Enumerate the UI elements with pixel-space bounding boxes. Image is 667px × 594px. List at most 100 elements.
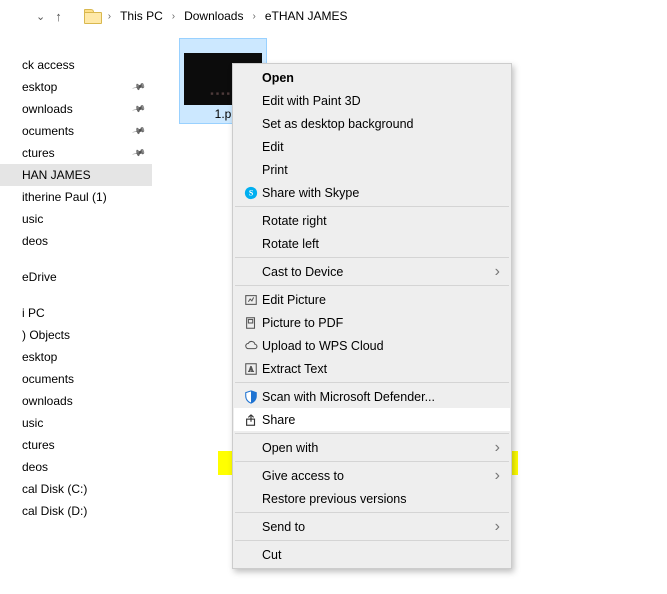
chevron-right-icon: › bbox=[108, 11, 111, 22]
menu-item[interactable]: Share bbox=[234, 408, 510, 431]
cloud-icon bbox=[240, 339, 262, 353]
nav-item[interactable]: ck access bbox=[0, 54, 152, 76]
nav-item[interactable]: ownloads 📌 bbox=[0, 98, 152, 120]
nav-item[interactable]: HAN JAMES bbox=[0, 164, 152, 186]
menu-item-label: Print bbox=[262, 163, 500, 177]
navigation-pane: ck accessesktop📌ownloads📌ocuments📌ctures… bbox=[0, 30, 152, 594]
menu-separator bbox=[235, 257, 509, 258]
menu-item[interactable]: Edit with Paint 3D bbox=[234, 89, 510, 112]
nav-item-label: ocuments bbox=[22, 372, 74, 386]
menu-item-label: Scan with Microsoft Defender... bbox=[262, 390, 500, 404]
nav-item-label: ownloads bbox=[22, 102, 73, 116]
menu-item[interactable]: Send to› bbox=[234, 515, 510, 538]
history-chevron-icon[interactable]: ⌄ bbox=[34, 10, 47, 23]
menu-item-label: Edit bbox=[262, 140, 500, 154]
nav-item[interactable]: deos bbox=[0, 456, 152, 478]
crumb-downloads[interactable]: Downloads bbox=[181, 7, 246, 25]
nav-item[interactable]: itherine Paul (1) bbox=[0, 186, 152, 208]
pin-icon: 📌 bbox=[131, 123, 146, 138]
nav-item-label: ) Objects bbox=[22, 328, 70, 342]
menu-item-label: Share bbox=[262, 413, 500, 427]
nav-item[interactable]: ) Objects bbox=[0, 324, 152, 346]
menu-item[interactable]: AExtract Text bbox=[234, 357, 510, 380]
menu-item-label: Set as desktop background bbox=[262, 117, 500, 131]
menu-item[interactable]: Cast to Device› bbox=[234, 260, 510, 283]
pin-icon: 📌 bbox=[131, 79, 146, 94]
menu-item[interactable]: Open bbox=[234, 66, 510, 89]
menu-item-label: Cast to Device bbox=[262, 265, 495, 279]
menu-item[interactable]: S Share with Skype bbox=[234, 181, 510, 204]
nav-item[interactable]: cal Disk (C:) bbox=[0, 478, 152, 500]
svg-text:S: S bbox=[249, 188, 254, 197]
nav-item[interactable]: ocuments bbox=[0, 368, 152, 390]
nav-item[interactable]: i PC bbox=[0, 302, 152, 324]
skype-icon: S bbox=[240, 186, 262, 200]
context-menu: OpenEdit with Paint 3D Set as desktop bac… bbox=[232, 63, 512, 569]
nav-item[interactable]: eDrive bbox=[0, 266, 152, 288]
menu-item[interactable]: Restore previous versions bbox=[234, 487, 510, 510]
pin-icon: 📌 bbox=[131, 101, 146, 116]
menu-item-label: Extract Text bbox=[262, 362, 500, 376]
extract-text-icon: A bbox=[240, 362, 262, 376]
share-icon bbox=[240, 413, 262, 427]
menu-separator bbox=[235, 433, 509, 434]
nav-item-label: HAN JAMES bbox=[22, 168, 91, 182]
menu-item[interactable]: Rotate left bbox=[234, 232, 510, 255]
menu-item[interactable]: Edit Picture bbox=[234, 288, 510, 311]
edit-picture-icon bbox=[240, 293, 262, 307]
nav-item-label: esktop bbox=[22, 350, 57, 364]
nav-item[interactable]: ctures📌 bbox=[0, 142, 152, 164]
nav-item-label: ctures bbox=[22, 438, 55, 452]
chevron-right-icon: › bbox=[495, 263, 500, 281]
nav-item-label: cal Disk (D:) bbox=[22, 504, 87, 518]
nav-item-label: deos bbox=[22, 234, 48, 248]
nav-item[interactable]: ctures bbox=[0, 434, 152, 456]
menu-item-label: Send to bbox=[262, 520, 495, 534]
menu-separator bbox=[235, 512, 509, 513]
nav-item-label: ocuments bbox=[22, 124, 74, 138]
menu-item-label: Share with Skype bbox=[262, 186, 500, 200]
chevron-right-icon: › bbox=[252, 11, 255, 22]
nav-item[interactable]: deos bbox=[0, 230, 152, 252]
nav-item-label: cal Disk (C:) bbox=[22, 482, 87, 496]
menu-item-label: Restore previous versions bbox=[262, 492, 500, 506]
menu-item[interactable]: Set as desktop background bbox=[234, 112, 510, 135]
nav-item-label: ck access bbox=[22, 58, 75, 72]
nav-item-label: usic bbox=[22, 212, 43, 226]
folder-icon bbox=[84, 9, 102, 23]
picture-pdf-icon bbox=[240, 316, 262, 330]
menu-item[interactable]: Cut bbox=[234, 543, 510, 566]
breadcrumb: ⌄ ↑ › This PC › Downloads › eTHAN JAMES bbox=[0, 0, 667, 30]
menu-item-label: Edit Picture bbox=[262, 293, 500, 307]
menu-item[interactable]: Give access to› bbox=[234, 464, 510, 487]
menu-item[interactable]: Open with› bbox=[234, 436, 510, 459]
nav-item[interactable]: ownloads bbox=[0, 390, 152, 412]
nav-item[interactable]: esktop📌 bbox=[0, 76, 152, 98]
menu-item[interactable]: Print bbox=[234, 158, 510, 181]
menu-item[interactable]: Picture to PDF bbox=[234, 311, 510, 334]
nav-item[interactable]: esktop bbox=[0, 346, 152, 368]
file-name: 1.p bbox=[215, 107, 232, 121]
menu-item[interactable]: Edit bbox=[234, 135, 510, 158]
up-arrow-icon[interactable]: ↑ bbox=[53, 9, 64, 24]
menu-item[interactable]: Upload to WPS Cloud bbox=[234, 334, 510, 357]
menu-separator bbox=[235, 540, 509, 541]
menu-item-label: Give access to bbox=[262, 469, 495, 483]
crumb-this-pc[interactable]: This PC bbox=[117, 7, 166, 25]
nav-item[interactable]: usic bbox=[0, 208, 152, 230]
nav-item[interactable]: cal Disk (D:) bbox=[0, 500, 152, 522]
menu-item-label: Rotate left bbox=[262, 237, 500, 251]
crumb-current-folder[interactable]: eTHAN JAMES bbox=[262, 7, 351, 25]
nav-item-label: ownloads bbox=[22, 394, 73, 408]
menu-item-label: Upload to WPS Cloud bbox=[262, 339, 500, 353]
chevron-right-icon: › bbox=[495, 518, 500, 536]
menu-item-label: Picture to PDF bbox=[262, 316, 500, 330]
menu-item[interactable]: Rotate right bbox=[234, 209, 510, 232]
chevron-right-icon: › bbox=[172, 11, 175, 22]
defender-icon bbox=[240, 390, 262, 404]
menu-item[interactable]: Scan with Microsoft Defender... bbox=[234, 385, 510, 408]
nav-item-label: deos bbox=[22, 460, 48, 474]
nav-item[interactable]: usic bbox=[0, 412, 152, 434]
menu-item-label: Rotate right bbox=[262, 214, 500, 228]
nav-item[interactable]: ocuments 📌 bbox=[0, 120, 152, 142]
